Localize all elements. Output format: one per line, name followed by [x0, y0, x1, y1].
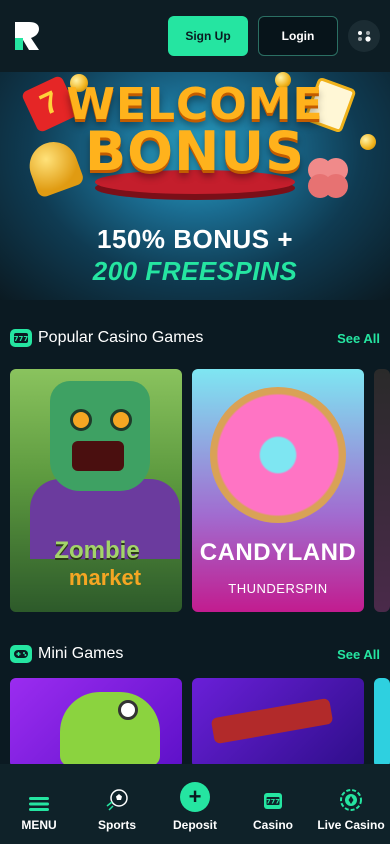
game-card-zombie-market[interactable]: Zombie market: [10, 369, 182, 612]
plus-icon: +: [180, 782, 210, 812]
section-title: Popular Casino Games: [38, 329, 204, 346]
settings-button[interactable]: [348, 20, 380, 52]
nav-label: Deposit: [172, 818, 217, 832]
hero-title-line2: BONUS: [85, 119, 305, 183]
zombie-head-graphic: [50, 381, 150, 491]
slot-machine-icon: 777: [264, 793, 282, 809]
mini-games-header: Mini Games See All: [10, 643, 380, 665]
nav-item-live-casino[interactable]: Live Casino: [317, 778, 385, 832]
mini-game-card-dino[interactable]: [10, 678, 182, 768]
nav-label: Sports: [97, 818, 136, 832]
bottom-navigation: MENU Sports + Deposit 777 Casino Live Ca…: [0, 764, 390, 844]
svg-text:777: 777: [266, 798, 280, 806]
plane-graphic: [210, 697, 334, 745]
brand-logo[interactable]: [10, 18, 46, 54]
game-card-candyland[interactable]: CANDYLAND THUNDERSPIN: [192, 369, 364, 612]
zombie-eye-graphic: [110, 409, 132, 431]
nav-item-menu[interactable]: MENU: [5, 778, 73, 832]
mini-game-card-plane[interactable]: [192, 678, 364, 768]
nav-label: Live Casino: [317, 818, 385, 832]
svg-text:777: 777: [14, 335, 29, 343]
bonus-text: 150% BONUS +: [96, 224, 294, 254]
soccer-ball-icon: [106, 789, 128, 811]
nav-label: Casino: [252, 818, 293, 832]
nav-label: MENU: [21, 818, 57, 832]
signup-button[interactable]: Sign Up: [168, 16, 248, 56]
mini-game-card-partial[interactable]: [374, 678, 390, 768]
welcome-bonus-banner[interactable]: 7 WELCOME BONUS 150% BONUS + 200 FREESPI…: [0, 72, 390, 300]
dinosaur-eye-graphic: [118, 700, 138, 720]
menu-icon: [29, 797, 49, 811]
hero-title: WELCOME BONUS: [0, 83, 390, 183]
see-all-link[interactable]: See All: [337, 331, 380, 346]
dinosaur-graphic: [60, 692, 160, 766]
game-subtitle: market: [68, 565, 142, 590]
game-title: Zombie: [54, 537, 140, 564]
poker-chip-icon: [340, 789, 362, 811]
popular-games-header: 777 Popular Casino Games See All: [10, 327, 380, 349]
slot-machine-icon: 777: [10, 329, 32, 347]
gamepad-icon: [10, 645, 32, 663]
dots-icon: [358, 31, 371, 42]
see-all-link[interactable]: See All: [337, 647, 380, 662]
game-title: CANDYLAND: [199, 539, 357, 566]
zombie-mouth-graphic: [72, 441, 124, 471]
logo-mark-icon: [15, 22, 39, 50]
login-button[interactable]: Login: [258, 16, 338, 56]
game-provider: THUNDERSPIN: [228, 581, 328, 596]
top-header: Sign Up Login: [0, 0, 390, 72]
freespins-text: 200 FREESPINS: [92, 256, 298, 286]
section-title: Mini Games: [38, 645, 124, 662]
nav-item-sports[interactable]: Sports: [83, 778, 151, 832]
nav-item-casino[interactable]: 777 Casino: [239, 778, 307, 832]
zombie-eye-graphic: [70, 409, 92, 431]
game-card-partial[interactable]: [374, 369, 390, 612]
nav-item-deposit[interactable]: + Deposit: [161, 778, 229, 832]
donut-graphic: [210, 387, 346, 523]
